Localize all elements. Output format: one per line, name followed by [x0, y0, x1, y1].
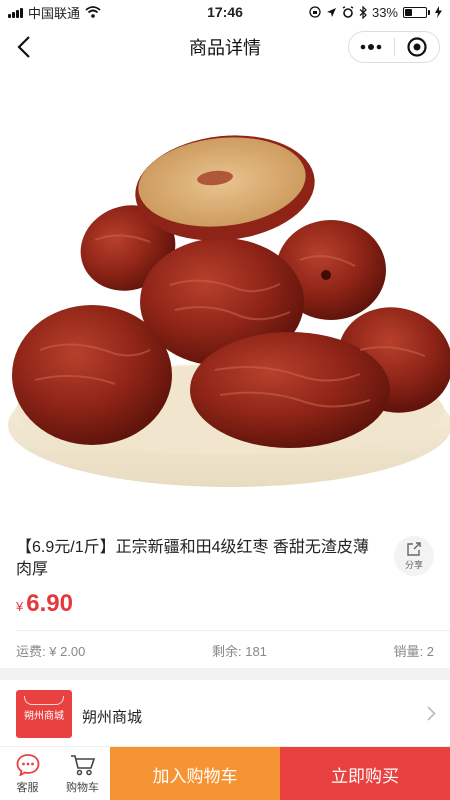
chat-bubble-icon	[16, 753, 39, 776]
share-icon	[407, 541, 421, 556]
price-currency: ¥	[16, 599, 24, 614]
battery-percent: 33%	[371, 4, 398, 20]
close-button[interactable]	[395, 32, 440, 62]
info-divider	[16, 630, 450, 631]
customer-service-label: 客服	[16, 781, 39, 794]
add-to-cart-button[interactable]: 加入购物车	[110, 747, 280, 800]
sales-count: 销量: 2	[393, 644, 434, 659]
signal-icon	[8, 7, 23, 18]
bluetooth-icon	[359, 5, 367, 19]
shop-entry[interactable]: 朔州商城 朔州商城	[0, 680, 450, 748]
mini-program-capsule	[348, 31, 440, 63]
status-right: 33%	[309, 5, 442, 20]
cart-button[interactable]: 购物车	[55, 747, 110, 800]
shop-logo-text: 朔州商城	[24, 710, 64, 722]
product-info: 【6.9元/1斤】正宗新疆和田4级红枣 香甜无渣皮薄肉厚 分享 ¥ 6.90 运…	[0, 520, 450, 668]
cart-label: 购物车	[66, 781, 99, 794]
shop-name: 朔州商城	[82, 709, 143, 726]
price: ¥ 6.90	[16, 590, 73, 618]
shipping-fee: 运费: ¥ 2.00	[16, 644, 86, 659]
status-bar: 中国联通 17:46 33%	[0, 0, 450, 24]
battery-level	[405, 8, 412, 16]
more-dots-icon	[360, 44, 382, 50]
charging-icon	[435, 6, 442, 18]
nav-bar: 商品详情	[0, 24, 450, 70]
more-button[interactable]	[349, 32, 394, 62]
battery-icon	[403, 6, 430, 18]
product-image[interactable]	[0, 70, 450, 520]
shop-logo: 朔州商城	[16, 690, 72, 738]
status-left: 中国联通	[8, 3, 101, 22]
chevron-right-icon	[427, 706, 436, 721]
red-jujube-dates-illustration	[8, 135, 450, 487]
close-target-icon	[407, 37, 427, 57]
lock-rotation-icon	[309, 6, 321, 18]
alarm-icon	[342, 6, 354, 18]
stock-remaining: 剩余: 181	[211, 644, 267, 659]
bottom-action-bar: 客服 购物车 加入购物车 立即购买	[0, 746, 450, 800]
back-button[interactable]	[8, 31, 40, 63]
share-label: 分享	[404, 559, 423, 570]
share-button[interactable]: 分享	[394, 536, 434, 576]
wifi-icon	[85, 6, 101, 18]
back-arrow-icon	[17, 36, 30, 58]
location-icon	[326, 7, 336, 17]
product-title: 【6.9元/1斤】正宗新疆和田4级红枣 香甜无渣皮薄肉厚	[16, 539, 369, 578]
page-title: 商品详情	[189, 38, 261, 58]
customer-service-button[interactable]: 客服	[0, 747, 55, 800]
product-meta: 运费: ¥ 2.00 剩余: 181 销量: 2	[16, 641, 434, 660]
price-value: 6.90	[26, 590, 73, 617]
buy-now-button[interactable]: 立即购买	[280, 747, 450, 800]
shopping-cart-icon	[70, 754, 95, 775]
carrier-name: 中国联通	[28, 5, 81, 21]
